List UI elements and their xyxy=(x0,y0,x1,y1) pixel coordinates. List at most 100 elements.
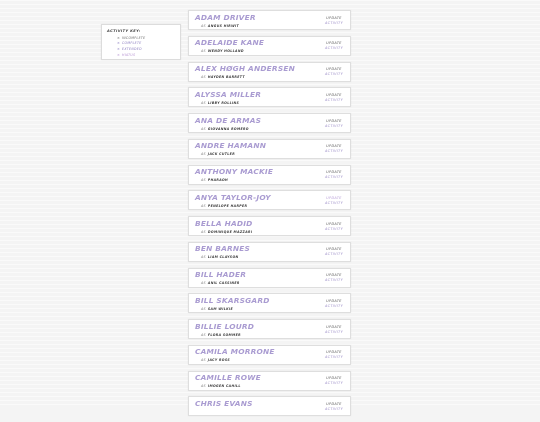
character-card: Chris Evans Update Activity xyxy=(188,396,351,417)
character-card: Camille Rowe as Imogen Cahill Update Activit… xyxy=(188,370,351,391)
as-label: as xyxy=(201,100,206,105)
character-line: as Hayden Barrett xyxy=(201,75,245,79)
as-label: as xyxy=(201,229,206,234)
update-activity-button[interactable]: Update Activity xyxy=(323,93,345,103)
update-activity-button[interactable]: Update Activity xyxy=(323,350,345,360)
as-label: as xyxy=(201,255,206,260)
as-label: as xyxy=(201,23,206,28)
character-link[interactable]: Liam Clayson xyxy=(208,255,239,259)
faceclaim-name: Camille Rowe xyxy=(195,373,261,382)
activity-label: Activity xyxy=(324,123,344,128)
update-activity-button[interactable]: Update Activity xyxy=(323,170,345,180)
character-line: as Jack Cutler xyxy=(201,152,235,156)
as-label: as xyxy=(201,358,206,363)
character-link[interactable]: Dominique Mazzari xyxy=(208,230,252,234)
character-line: as Wendy Holland xyxy=(201,49,244,53)
activity-label: Activity xyxy=(324,46,344,51)
activity-key-title: Activity Key: xyxy=(107,29,141,33)
update-activity-button[interactable]: Update Activity xyxy=(323,16,345,26)
update-activity-button[interactable]: Update Activity xyxy=(323,325,345,335)
faceclaim-name: Ben Barnes xyxy=(195,244,251,254)
as-label: as xyxy=(201,332,206,337)
activity-label: Activity xyxy=(324,252,344,257)
character-link[interactable]: Sam Wilkie xyxy=(208,307,233,311)
character-card: Anya Taylor-Joy as Penelope Harper Update Ac… xyxy=(188,190,351,211)
character-card: Andre Hamann as Jack Cutler Update Activity xyxy=(188,138,351,159)
faceclaim-name: Camila Morrone xyxy=(195,347,275,357)
as-label: as xyxy=(201,75,206,79)
character-card: Anthony Mackie as Pharaoh Update Activity xyxy=(188,164,351,185)
update-activity-button[interactable]: Update Activity xyxy=(323,196,345,206)
character-link[interactable]: Hayden Barrett xyxy=(208,75,245,79)
activity-key-item: × Hiatus xyxy=(107,52,175,58)
update-activity-button[interactable]: Update Activity xyxy=(323,376,345,386)
faceclaim-name: Andre Hamann xyxy=(195,141,267,151)
character-line xyxy=(201,410,203,414)
character-link[interactable]: Jacy Ross xyxy=(208,358,230,362)
as-label: as xyxy=(201,203,206,208)
update-activity-button[interactable]: Update Activity xyxy=(323,402,345,412)
activity-key-list: × Incomplete × Complete × Extended × Hiatus xyxy=(107,35,175,57)
update-activity-button[interactable]: Update Activity xyxy=(323,41,345,51)
character-line: as Libby Rollins xyxy=(201,101,239,105)
as-label: as xyxy=(201,126,206,131)
character-line: as Anil Cassiner xyxy=(201,281,240,285)
update-activity-button[interactable]: Update Activity xyxy=(323,67,345,77)
activity-label: Activity xyxy=(324,72,344,76)
activity-label: Activity xyxy=(324,303,344,308)
character-link[interactable]: Penelope Harper xyxy=(208,204,247,208)
character-line: as Penelope Harper xyxy=(201,204,247,208)
faceclaim-name: Alex Høgh Andersen xyxy=(195,64,295,73)
update-activity-button[interactable]: Update Activity xyxy=(323,222,345,232)
faceclaim-name: Bill Hader xyxy=(195,270,247,279)
update-activity-button[interactable]: Update Activity xyxy=(323,144,345,154)
faceclaim-name: Alyssa Miller xyxy=(195,89,262,99)
character-link[interactable]: Angus Hirwit xyxy=(208,24,239,28)
faceclaim-name: Billie Lourd xyxy=(195,321,255,331)
character-card: Bill Hader as Anil Cassiner Update Activity xyxy=(188,267,351,288)
character-line: as Dominique Mazzari xyxy=(201,230,252,234)
activity-label: Activity xyxy=(324,200,344,205)
character-link[interactable]: Flora Sommer xyxy=(208,333,241,337)
character-link[interactable]: Pharaoh xyxy=(208,178,228,182)
update-activity-button[interactable]: Update Activity xyxy=(323,273,345,283)
activity-label: Activity xyxy=(324,329,344,334)
update-activity-button[interactable]: Update Activity xyxy=(323,299,345,309)
activity-label: Activity xyxy=(324,149,344,154)
character-card: Adam Driver as Angus Hirwit Update Activity xyxy=(188,10,351,30)
activity-label: Activity xyxy=(324,278,344,282)
character-line: as Liam Clayson xyxy=(201,255,239,259)
as-label: as xyxy=(201,281,206,285)
update-activity-button[interactable]: Update Activity xyxy=(323,247,345,257)
character-card: Ana de Armas as Giovanna Romero Update Activ… xyxy=(188,113,351,133)
character-card: Bill Skarsgard as Sam Wilkie Update Activity xyxy=(188,293,351,314)
character-card: Camila Morrone as Jacy Ross Update Activity xyxy=(188,344,351,365)
character-card: Ben Barnes as Liam Clayson Update Activity xyxy=(188,241,351,262)
character-line: as Pharaoh xyxy=(201,178,228,182)
update-label: Update xyxy=(326,15,342,20)
as-label: as xyxy=(201,152,206,157)
character-link[interactable]: Imogen Cahill xyxy=(208,384,241,388)
character-link[interactable]: Giovanna Romero xyxy=(208,127,249,131)
character-link[interactable]: Wendy Holland xyxy=(208,49,244,53)
character-line: as Jacy Ross xyxy=(201,358,230,362)
activity-label: Activity xyxy=(324,175,344,179)
activity-label: Activity xyxy=(324,97,344,102)
activity-label: Activity xyxy=(324,406,344,411)
update-activity-button[interactable]: Update Activity xyxy=(323,119,345,129)
character-card: Alex Høgh Andersen as Hayden Barrett Update… xyxy=(188,61,351,82)
as-label: as xyxy=(201,384,206,388)
character-card: Adelaide Kane as Wendy Holland Update Activi… xyxy=(188,35,351,56)
activity-label: Activity xyxy=(324,355,344,360)
character-link[interactable]: Anil Cassiner xyxy=(208,281,240,285)
character-line: as Angus Hirwit xyxy=(201,24,239,28)
character-line: as Flora Sommer xyxy=(201,333,241,337)
character-line: as Giovanna Romero xyxy=(201,127,249,131)
character-card: Bella Hadid as Dominique Mazzari Update Acti… xyxy=(188,216,351,236)
character-link[interactable]: Libby Rollins xyxy=(208,101,239,105)
as-label: as xyxy=(201,306,206,311)
character-link[interactable]: Jack Cutler xyxy=(208,152,235,156)
character-line: as Imogen Cahill xyxy=(201,384,241,388)
activity-label: Activity xyxy=(324,381,344,385)
update-label: Update xyxy=(326,118,342,123)
